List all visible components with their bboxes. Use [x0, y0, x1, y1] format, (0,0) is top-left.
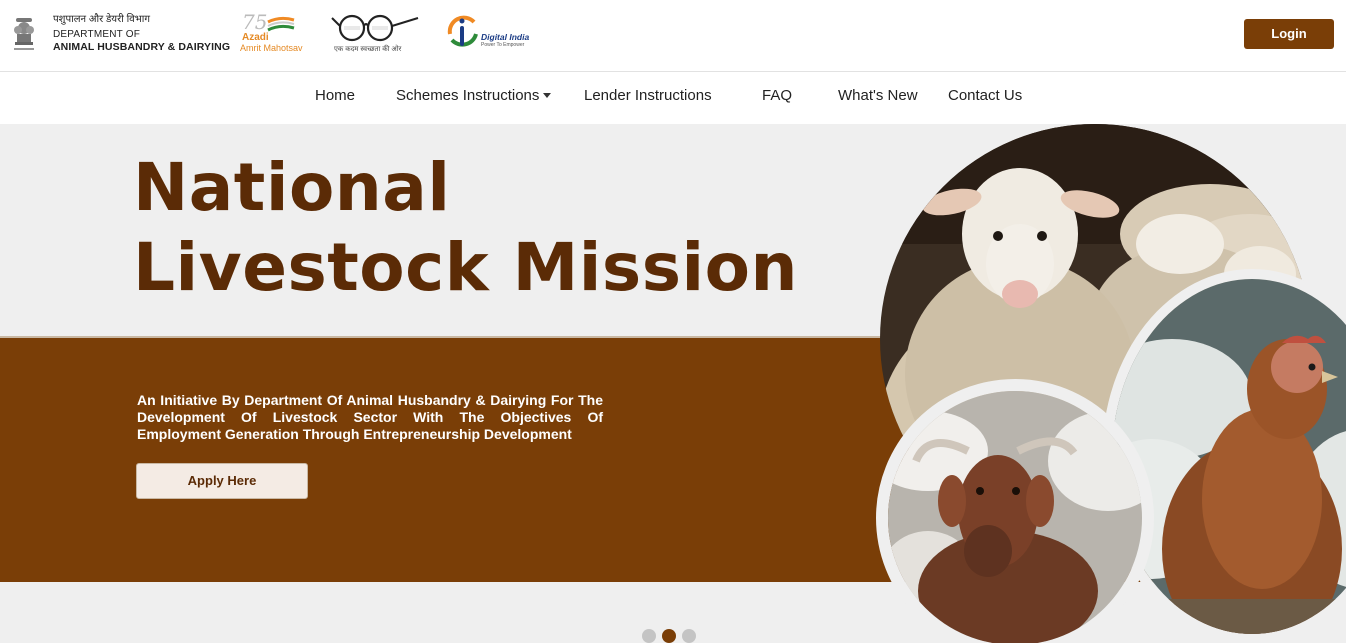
swachh-tagline: एक कदम स्वच्छता की ओर	[334, 46, 402, 53]
department-name: पशुपालन और डेयरी विभाग DEPARTMENT OF ANI…	[53, 13, 230, 53]
hero-title: National Livestock Mission	[133, 148, 798, 308]
top-header: पशुपालन और डेयरी विभाग DEPARTMENT OF ANI…	[0, 0, 1346, 72]
hero-title-line2: Livestock Mission	[133, 229, 798, 306]
department-line1: DEPARTMENT OF	[53, 29, 141, 40]
tricolor-swoosh-icon	[267, 16, 295, 32]
hero-description: An Initiative By Department Of Animal Hu…	[137, 392, 603, 442]
nav-home[interactable]: Home	[315, 87, 355, 104]
azadi-ka-amrit-mahotsav-logo: 75 Azadi Amrit Mahotsav	[238, 10, 310, 58]
caret-down-icon	[543, 92, 552, 98]
login-button[interactable]: Login	[1244, 19, 1334, 49]
nav-schemes-label: Schemes Instructions	[396, 87, 540, 104]
goat-image	[876, 379, 1154, 643]
apply-here-button[interactable]: Apply Here	[136, 463, 308, 499]
hero-title-line1: National	[133, 149, 451, 226]
digital-india-tagline: Power To Empower	[481, 42, 525, 48]
national-emblem-icon	[14, 18, 34, 50]
gandhi-glasses-icon	[331, 14, 419, 42]
department-line2: ANIMAL HUSBANDRY & DAIRYING	[53, 41, 231, 53]
azadi-75: 75	[242, 10, 268, 34]
nav-lender-instructions[interactable]: Lender Instructions	[584, 87, 712, 104]
azadi-word: Azadi	[242, 32, 269, 43]
carousel-dot-1[interactable]	[642, 629, 656, 643]
swachh-bharat-logo: एक कदम स्वच्छता की ओर	[330, 14, 424, 56]
hero-carousel: National Livestock Mission An Initiative…	[0, 124, 1346, 643]
main-nav: Home Schemes Instructions Lender Instruc…	[0, 72, 1346, 124]
amrit-mahotsav-word: Amrit Mahotsav	[240, 43, 303, 53]
digital-india-logo: Digital India Power To Empower	[444, 12, 534, 56]
digital-india-icon	[447, 15, 478, 47]
nav-contact-us[interactable]: Contact Us	[948, 87, 1022, 104]
nav-schemes-instructions[interactable]: Schemes Instructions	[396, 87, 552, 104]
nav-faq[interactable]: FAQ	[762, 87, 792, 104]
carousel-dot-2-active[interactable]	[662, 629, 676, 643]
carousel-dot-3[interactable]	[682, 629, 696, 643]
digital-india-text: Digital India	[481, 32, 530, 42]
department-hindi: पशुपालन और डेयरी विभाग	[53, 14, 150, 25]
nav-whats-new[interactable]: What's New	[838, 87, 918, 104]
